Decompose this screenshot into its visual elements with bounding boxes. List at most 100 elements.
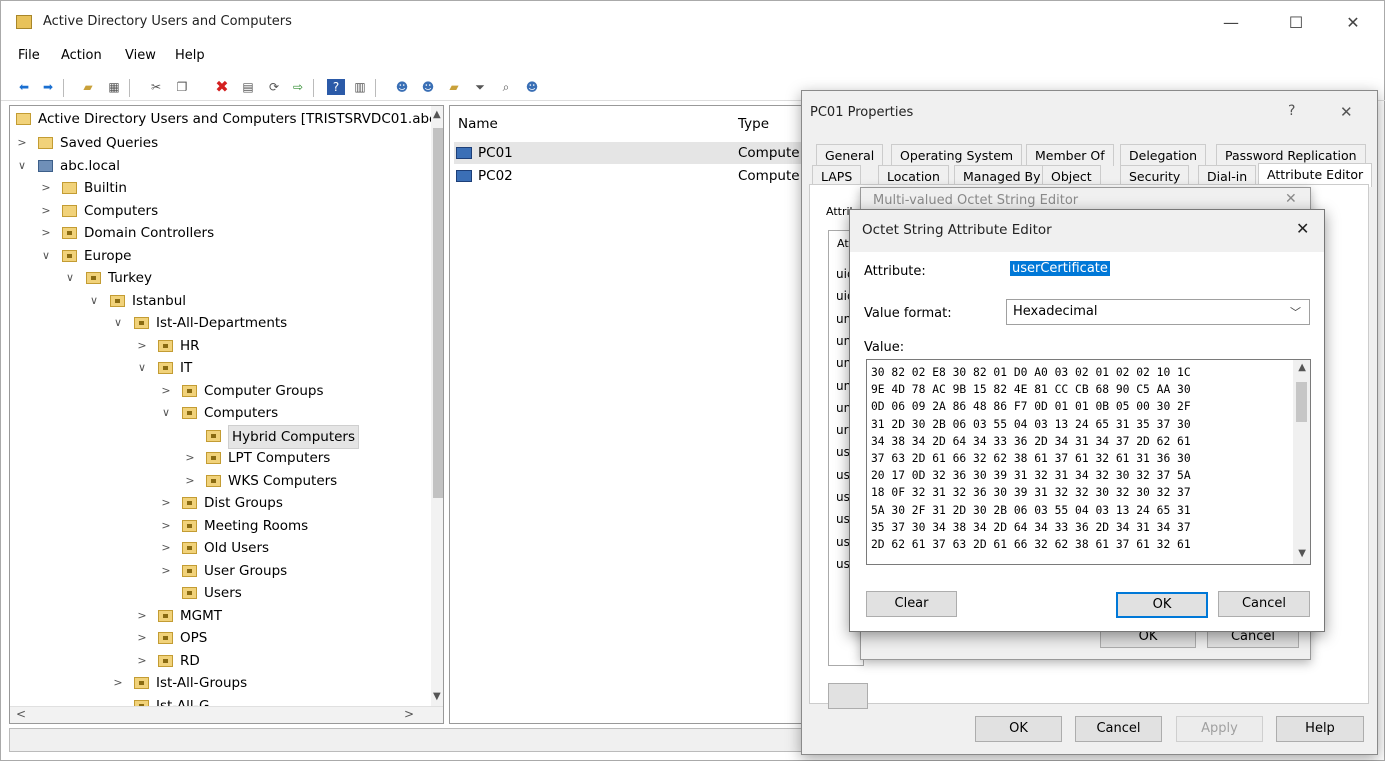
chevron-right-icon[interactable]: > [160, 515, 172, 537]
edit-button[interactable] [828, 683, 868, 709]
back-icon[interactable]: ⬅ [15, 79, 33, 95]
chevron-right-icon[interactable]: > [160, 380, 172, 402]
attribute-row[interactable]: us [836, 445, 850, 459]
menu-help[interactable]: Help [175, 48, 205, 63]
tab-general[interactable]: General [816, 144, 884, 166]
tree-scroll-thumb[interactable] [433, 128, 443, 498]
list-item[interactable]: PC01 Compute [454, 142, 808, 164]
help-icon[interactable]: ? [327, 79, 345, 95]
chevron-right-icon[interactable]: > [16, 132, 28, 154]
chevron-right-icon[interactable]: > [40, 177, 52, 199]
chevron-down-icon[interactable]: ∨ [40, 245, 52, 267]
chevron-right-icon[interactable]: > [136, 650, 148, 672]
attribute-row[interactable]: us [836, 535, 850, 549]
multi-valued-title: Multi-valued Octet String Editor [873, 193, 1079, 208]
ou-folder-icon [182, 519, 197, 532]
chevron-right-icon[interactable]: > [160, 492, 172, 514]
column-header-type[interactable]: Type [738, 116, 769, 132]
tree-node-label: abc.local [60, 157, 121, 174]
chevron-right-icon[interactable]: > [112, 672, 124, 694]
cancel-button[interactable]: Cancel [1075, 716, 1162, 742]
scroll-left-icon[interactable]: < [16, 707, 26, 721]
ok-button[interactable]: OK [975, 716, 1062, 742]
chevron-down-icon[interactable]: ∨ [16, 155, 28, 177]
maximize-button[interactable]: ☐ [1276, 9, 1316, 37]
chevron-right-icon[interactable]: > [184, 447, 196, 469]
clear-button[interactable]: Clear [866, 591, 957, 617]
tab-operating-system[interactable]: Operating System [891, 144, 1023, 166]
refresh-icon[interactable]: ⟳ [265, 79, 283, 95]
octet-cancel-button[interactable]: Cancel [1218, 591, 1310, 617]
chevron-down-icon[interactable]: ∨ [88, 290, 100, 312]
new-group-icon[interactable]: ☻ [419, 79, 437, 95]
toolbar-separator [313, 79, 314, 97]
find-icon[interactable]: ⌕ [497, 79, 515, 95]
chevron-right-icon[interactable]: > [40, 222, 52, 244]
menu-file[interactable]: File [18, 48, 40, 63]
copy-icon[interactable]: ❐ [173, 79, 191, 95]
chevron-right-icon[interactable]: > [160, 537, 172, 559]
new-ou-icon[interactable]: ▰ [445, 79, 463, 95]
multi-valued-close-button[interactable]: ✕ [1285, 191, 1297, 207]
tab-delegation[interactable]: Delegation [1120, 144, 1207, 166]
attribute-row[interactable]: us [836, 512, 850, 526]
tree-horizontal-scrollbar[interactable] [10, 706, 443, 723]
properties-icon[interactable]: ▤ [239, 79, 257, 95]
console-tree[interactable]: Active Directory Users and Computers [TR… [9, 105, 444, 724]
chevron-right-icon[interactable]: > [160, 560, 172, 582]
add-to-group-icon[interactable]: ☻ [523, 79, 541, 95]
view-icon[interactable]: ▥ [351, 79, 369, 95]
up-folder-icon[interactable]: ▰ [79, 79, 97, 95]
attribute-row[interactable]: us [836, 468, 850, 482]
filter-icon[interactable]: ⏷ [471, 79, 489, 95]
ou-folder-icon [158, 632, 173, 644]
value-format-select[interactable]: Hexadecimal ﹀ [1006, 299, 1310, 325]
help-dialog-button[interactable]: Help [1276, 716, 1364, 742]
export-icon[interactable]: ⇨ [289, 79, 307, 95]
chevron-right-icon[interactable]: > [40, 200, 52, 222]
column-header-name[interactable]: Name [458, 116, 498, 132]
menu-bar [1, 45, 1385, 69]
tree-node-label: IT [180, 360, 193, 376]
ou-folder-icon [206, 474, 221, 487]
chevron-right-icon[interactable]: > [136, 627, 148, 649]
tree-node-label: Turkey [108, 270, 152, 286]
ou-folder-icon [86, 272, 101, 284]
properties-close-button[interactable]: ✕ [1340, 103, 1353, 121]
chevron-down-icon[interactable]: ∨ [112, 312, 124, 334]
help-button[interactable]: ? [1288, 103, 1295, 119]
tree-node-label: Old Users [204, 540, 270, 556]
menu-action[interactable]: Action [61, 48, 102, 63]
chevron-down-icon[interactable]: ∨ [136, 357, 148, 379]
menu-view[interactable]: View [125, 48, 156, 63]
octet-editor-title: Octet String Attribute Editor [862, 222, 1052, 238]
scroll-down-icon[interactable]: ▼ [1298, 548, 1306, 559]
chevron-right-icon[interactable]: > [184, 470, 196, 492]
scroll-up-icon[interactable]: ▲ [1298, 362, 1306, 373]
list-item[interactable]: PC02 Compute [454, 165, 808, 187]
delete-icon[interactable]: ✖ [213, 79, 231, 95]
chevron-right-icon[interactable]: > [136, 605, 148, 627]
scroll-right-icon[interactable]: > [404, 707, 414, 721]
results-pane[interactable]: Name Type PC01 Compute PC02 Compute [449, 105, 809, 724]
apply-button[interactable]: Apply [1176, 716, 1263, 742]
tree-node-label: HR [180, 337, 200, 354]
new-user-icon[interactable]: ☻ [393, 79, 411, 95]
chevron-down-icon[interactable]: ∨ [64, 267, 76, 289]
show-console-tree-icon[interactable]: ▦ [105, 79, 123, 95]
chevron-down-icon[interactable]: ∨ [160, 402, 172, 424]
scroll-down-icon[interactable]: ▼ [433, 691, 441, 702]
close-button[interactable]: ✕ [1333, 9, 1373, 37]
hex-value-textarea[interactable]: 30 82 02 E8 30 82 01 D0 A0 03 02 01 02 0… [866, 359, 1311, 565]
tab-member-of[interactable]: Member Of [1026, 144, 1114, 166]
octet-close-button[interactable]: ✕ [1296, 219, 1309, 238]
chevron-right-icon[interactable]: > [136, 335, 148, 357]
forward-icon[interactable]: ➡ [39, 79, 57, 95]
attribute-row[interactable]: us [836, 557, 850, 571]
hex-scroll-thumb[interactable] [1296, 382, 1307, 422]
attribute-row[interactable]: us [836, 490, 850, 504]
octet-ok-button[interactable]: OK [1116, 592, 1208, 618]
minimize-button[interactable]: — [1211, 9, 1251, 37]
cut-icon[interactable]: ✂ [147, 79, 165, 95]
scroll-up-icon[interactable]: ▲ [433, 109, 441, 120]
